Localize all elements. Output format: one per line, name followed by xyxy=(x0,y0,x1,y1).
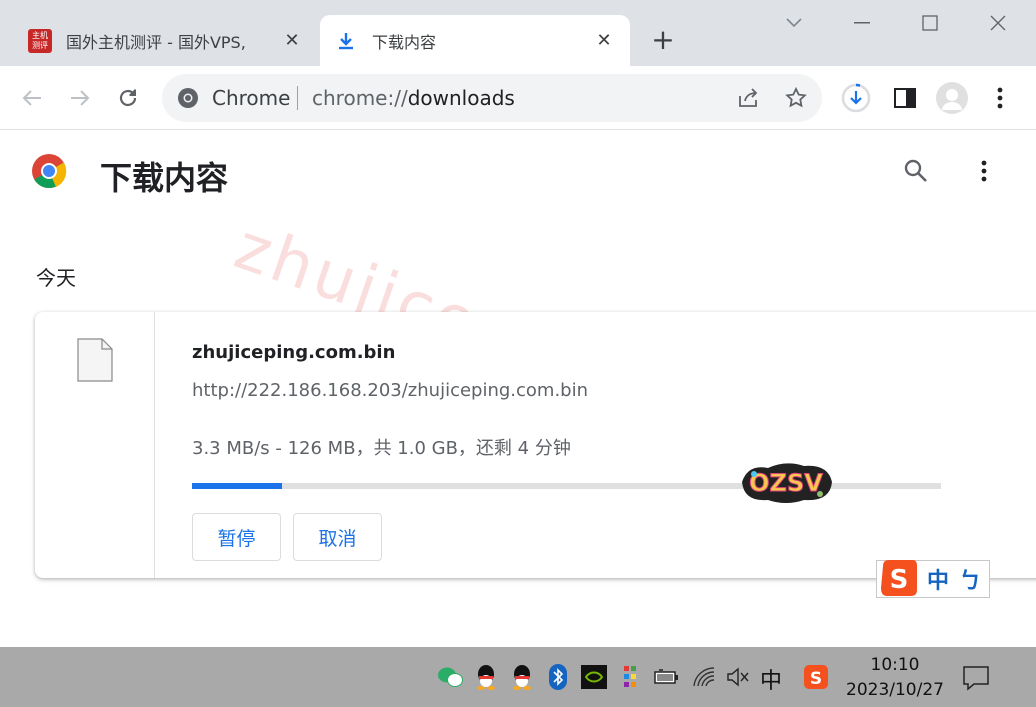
omnibox-separator xyxy=(297,86,298,110)
sogou-tray-icon[interactable]: S xyxy=(802,663,830,691)
file-icon-column xyxy=(35,312,155,578)
forward-button[interactable] xyxy=(64,82,96,114)
url-scheme: chrome:// xyxy=(312,86,408,110)
notification-icon[interactable] xyxy=(962,665,990,691)
clock-time: 10:10 xyxy=(870,655,920,675)
bluetooth-icon[interactable] xyxy=(544,663,572,691)
new-tab-button[interactable]: + xyxy=(648,26,678,56)
maximize-button[interactable] xyxy=(910,8,950,38)
taskbar-clock[interactable]: 10:10 2023/10/27 xyxy=(840,653,950,703)
nvidia-icon[interactable] xyxy=(580,663,608,691)
profile-avatar[interactable] xyxy=(936,82,968,114)
svg-text:S: S xyxy=(810,669,822,689)
more-options-icon[interactable] xyxy=(970,157,998,185)
clock-date: 2023/10/27 xyxy=(846,680,944,700)
pause-button[interactable]: 暂停 xyxy=(192,513,281,561)
reload-button[interactable] xyxy=(112,82,144,114)
back-button[interactable] xyxy=(16,82,48,114)
tab-title: 下载内容 xyxy=(372,32,437,52)
wifi-icon[interactable] xyxy=(690,663,718,691)
svg-text:S: S xyxy=(890,565,909,595)
chrome-logo-icon xyxy=(31,153,67,189)
ime-mode-label[interactable]: 中 xyxy=(927,563,949,595)
bookmark-star-icon[interactable] xyxy=(782,84,810,112)
close-icon[interactable]: ✕ xyxy=(280,29,304,53)
tab-strip: 主机测评 国外主机测评 - 国外VPS, ✕ 下载内容 ✕ + xyxy=(0,0,1036,66)
volume-muted-icon[interactable] xyxy=(724,663,752,691)
browser-menu-icon[interactable] xyxy=(984,82,1016,114)
site-logo-icon: 主机测评 xyxy=(28,28,52,53)
ozsv-sticker-logo: OZSV xyxy=(738,460,834,506)
tab-downloads[interactable]: 下载内容 ✕ xyxy=(320,15,630,66)
share-icon[interactable] xyxy=(734,84,762,112)
progress-fill xyxy=(192,483,282,489)
qq-icon-2[interactable] xyxy=(508,663,536,691)
cancel-button[interactable]: 取消 xyxy=(293,513,382,561)
tab-search-chevron-icon[interactable] xyxy=(774,8,814,38)
download-filename[interactable]: zhujiceping.com.bin xyxy=(192,342,395,363)
sogou-logo-icon: S xyxy=(879,558,919,598)
page-title: 下载内容 xyxy=(100,159,229,197)
url-path: downloads xyxy=(407,86,515,110)
ime-pinyin-label[interactable]: ㄅ xyxy=(959,563,981,595)
downloads-header: 下载内容 xyxy=(0,131,1036,217)
download-url[interactable]: http://222.186.168.203/zhujiceping.com.b… xyxy=(192,380,588,401)
qq-icon[interactable] xyxy=(472,663,500,691)
taskbar: 中 S 10:10 2023/10/27 xyxy=(0,647,1036,707)
url-text: chrome://downloads xyxy=(312,86,515,110)
minimize-button[interactable] xyxy=(842,8,882,38)
close-window-button[interactable] xyxy=(978,8,1018,38)
color-grid-icon[interactable] xyxy=(616,663,644,691)
site-logo-text: 主机测评 xyxy=(32,30,48,50)
downloads-toolbar-icon[interactable] xyxy=(840,82,872,114)
site-chip: Chrome xyxy=(212,86,291,110)
toolbar: Chrome chrome://downloads xyxy=(0,66,1036,130)
search-icon[interactable] xyxy=(902,157,930,185)
download-item-card: zhujiceping.com.bin http://222.186.168.2… xyxy=(35,312,1036,578)
day-label: 今天 xyxy=(36,266,76,290)
wechat-icon[interactable] xyxy=(436,663,464,691)
file-icon xyxy=(77,338,113,382)
tab-title: 国外主机测评 - 国外VPS, xyxy=(66,32,246,52)
download-icon xyxy=(334,29,358,53)
side-panel-icon[interactable] xyxy=(889,82,921,114)
ime-floating-bar[interactable]: S 中 ㄅ xyxy=(876,560,990,598)
close-icon[interactable]: ✕ xyxy=(592,29,616,53)
battery-icon[interactable] xyxy=(652,663,680,691)
ime-indicator[interactable]: 中 xyxy=(760,663,782,695)
address-bar[interactable]: Chrome chrome://downloads xyxy=(162,74,822,122)
download-status: 3.3 MB/s - 126 MB，共 1.0 GB，还剩 4 分钟 xyxy=(192,438,571,459)
svg-text:OZSV: OZSV xyxy=(749,469,823,497)
tab-site[interactable]: 主机测评 国外主机测评 - 国外VPS, ✕ xyxy=(14,15,318,66)
chrome-site-icon xyxy=(176,86,200,110)
